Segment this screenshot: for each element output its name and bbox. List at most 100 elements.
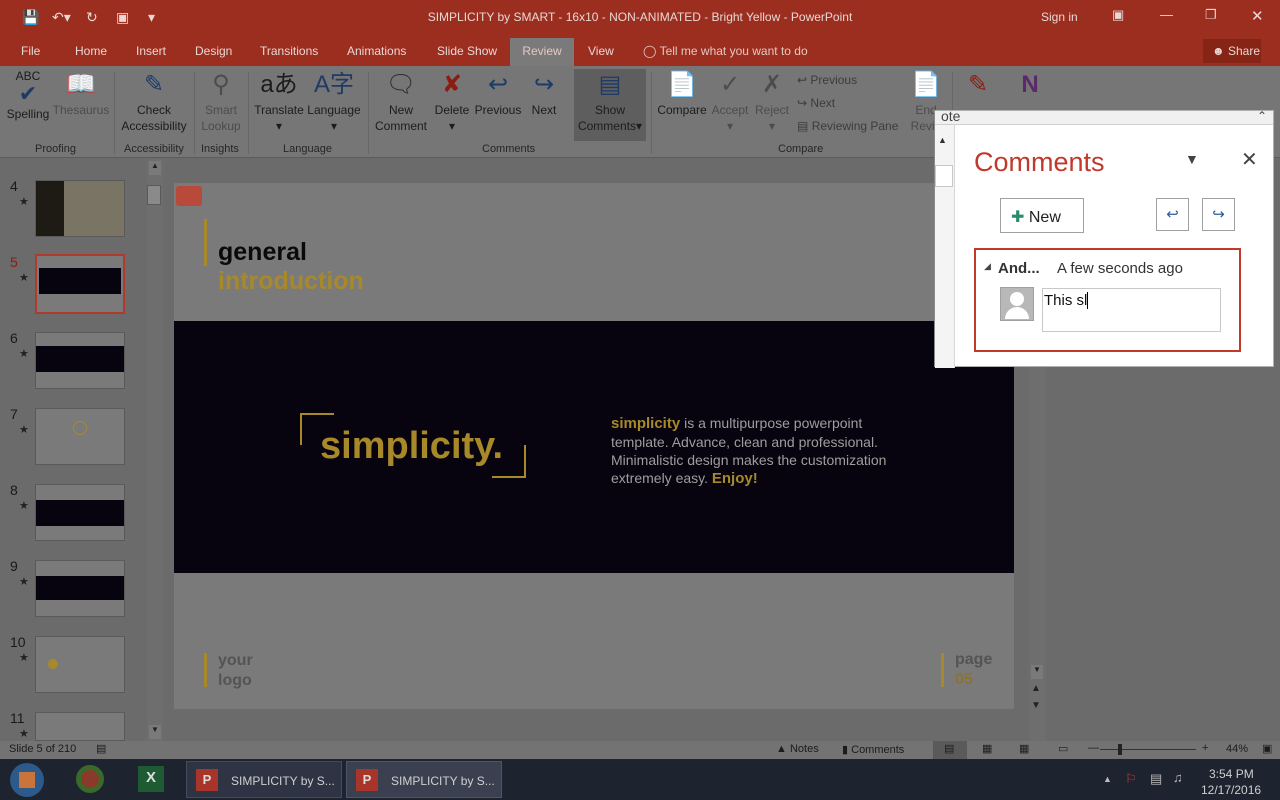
tab-view[interactable]: View (588, 44, 614, 58)
onenote-button[interactable]: N (1008, 70, 1052, 102)
scroll-down-icon[interactable]: ▼ (1031, 665, 1043, 679)
restore-button[interactable]: ❐ (1205, 7, 1217, 23)
clock-time[interactable]: 3:54 PM (1209, 767, 1254, 781)
slide-thumbnail-5[interactable] (35, 254, 125, 314)
text-cursor (1087, 292, 1089, 309)
slide-thumbnail-7[interactable] (35, 408, 125, 465)
lightbulb-icon: ◯ (643, 44, 657, 58)
tab-design[interactable]: Design (195, 44, 232, 58)
slide-canvas[interactable]: general introduction simplicity. simplic… (174, 183, 1014, 709)
comment-input[interactable]: This sl (1042, 288, 1221, 332)
pane-inner-scrollbar[interactable]: ▲ (935, 125, 955, 368)
reading-view-icon[interactable]: ▦ (1019, 742, 1029, 755)
sign-in-link[interactable]: Sign in (1041, 10, 1078, 24)
show-comments-button[interactable]: ▤ Show Comments▾ (574, 70, 646, 134)
pane-options-chevron-icon[interactable]: ▼ (1185, 151, 1199, 167)
spell-check-status-icon[interactable]: ▤ (96, 742, 106, 755)
previous-slide-icon[interactable]: ▲ (1031, 683, 1041, 694)
next-slide-icon[interactable]: ▼ (1031, 700, 1041, 711)
reject-button[interactable]: ✗ Reject ▾ (752, 70, 792, 134)
normal-view-icon[interactable]: ▤ (944, 742, 954, 755)
slide-sorter-icon[interactable]: ▦ (982, 742, 992, 755)
tab-slide-show[interactable]: Slide Show (437, 44, 497, 58)
close-window-button[interactable]: ✕ (1251, 7, 1264, 25)
spelling-button[interactable]: ABC ✔ Spelling (6, 70, 50, 122)
share-button[interactable]: ☻ Share (1203, 39, 1261, 63)
tab-review[interactable]: Review (510, 38, 574, 66)
previous-comment-pane-button[interactable]: ↩ (1156, 198, 1189, 231)
tab-home[interactable]: Home (75, 44, 107, 58)
previous-change-button[interactable]: ↩ Previous (797, 73, 857, 87)
translate-button[interactable]: aあ Translate ▾ (252, 70, 306, 134)
windows-taskbar: X P SIMPLICITY by S... P SIMPLICITY by S… (0, 759, 1280, 800)
action-center-icon[interactable]: ⚐ (1125, 771, 1137, 787)
thesaurus-button[interactable]: 📖 Thesaurus (52, 70, 110, 118)
title-accent-bar (204, 219, 207, 266)
comment-thread[interactable]: ◢ And... A few seconds ago This sl (974, 248, 1241, 352)
new-comment-button[interactable]: 🗨 New Comment (372, 70, 430, 134)
slide-thumbnail-10[interactable] (35, 636, 125, 693)
ribbon-display-options-icon[interactable]: ▣ (1112, 7, 1124, 23)
show-hidden-icons-icon[interactable]: ▲ (1103, 774, 1112, 784)
chrome-icon[interactable] (76, 765, 104, 793)
comments-pane-title: Comments (974, 147, 1105, 177)
delete-comment-button[interactable]: ✘ Delete ▾ (430, 70, 474, 134)
taskbar-powerpoint-window-1[interactable]: P SIMPLICITY by S... (186, 761, 342, 798)
accept-button[interactable]: ✓ Accept ▾ (708, 70, 752, 134)
fit-to-window-icon[interactable]: ▣ (1262, 742, 1272, 755)
thumbnail-scrollbar[interactable]: ▲ ▼ (147, 159, 163, 741)
slideshow-view-icon[interactable]: ▭ (1058, 742, 1068, 755)
zoom-in-icon[interactable]: + (1202, 742, 1208, 754)
next-change-button[interactable]: ↪ Next (797, 96, 835, 110)
slide-thumbnail-8[interactable] (35, 484, 125, 541)
reviewing-pane-button[interactable]: ▤ Reviewing Pane (797, 119, 898, 133)
start-button-icon[interactable] (10, 763, 44, 797)
animation-star-icon: ★ (19, 728, 29, 740)
slide-thumbnail-9[interactable] (35, 560, 125, 617)
scroll-up-icon[interactable]: ▲ (149, 161, 161, 175)
slide-thumbnail-6[interactable] (35, 332, 125, 389)
clock-date[interactable]: 12/17/2016 (1201, 783, 1261, 797)
slide-thumbnail-4[interactable] (35, 180, 125, 237)
thumbnail-dark-band (36, 346, 124, 372)
notes-toggle[interactable]: ▲ Notes (776, 743, 819, 755)
tab-file[interactable]: File (21, 44, 40, 58)
scroll-up-icon[interactable]: ▲ (938, 135, 947, 145)
zoom-out-icon[interactable]: — (1088, 742, 1099, 754)
volume-icon[interactable]: ♫ (1173, 770, 1183, 785)
taskbar-powerpoint-window-2[interactable]: P SIMPLICITY by S... (346, 761, 502, 798)
previous-comment-button[interactable]: ↩ Previous (474, 70, 522, 118)
tab-transitions[interactable]: Transitions (260, 44, 318, 58)
group-comments: Comments (482, 143, 536, 155)
tab-insert[interactable]: Insert (136, 44, 166, 58)
comments-toggle[interactable]: ▮ Comments (842, 743, 904, 756)
check-accessibility-button[interactable]: ✎ Check Accessibility (118, 70, 190, 134)
tell-me-box[interactable]: ◯ Tell me what you want to do (643, 44, 808, 58)
slide-thumbnail-11[interactable] (35, 712, 125, 741)
tab-animations[interactable]: Animations (347, 44, 406, 58)
excel-icon[interactable]: X (138, 766, 164, 792)
compare-button[interactable]: 📄 Compare (654, 70, 710, 118)
collapse-thread-icon[interactable]: ◢ (984, 261, 991, 272)
windows-logo (19, 772, 35, 788)
new-comment-pane-button[interactable]: ✚ New (1000, 198, 1084, 233)
zoom-level[interactable]: 44% (1226, 743, 1248, 755)
scroll-down-icon[interactable]: ▼ (149, 725, 161, 739)
next-comment-pane-button[interactable]: ↪ (1202, 198, 1235, 231)
pane-scroll-thumb[interactable] (935, 165, 953, 187)
thumbnail-scroll-thumb[interactable] (147, 185, 161, 205)
avatar-body (1005, 307, 1029, 319)
language-button[interactable]: A字 Language ▾ (306, 70, 362, 134)
network-icon[interactable]: ▤ (1150, 771, 1162, 787)
ink-button[interactable]: ✎ (956, 70, 1000, 102)
group-insights: Insights (201, 143, 239, 155)
collapse-pane-icon[interactable]: ⌃ (1257, 109, 1267, 123)
group-accessibility: Accessibility (124, 143, 184, 155)
smart-lookup-button[interactable]: ⚲ Smart Lookup (198, 70, 244, 134)
close-pane-icon[interactable]: ✕ (1241, 147, 1258, 172)
zoom-slider-thumb[interactable] (1118, 744, 1122, 755)
minimize-button[interactable]: — (1160, 7, 1173, 22)
zoom-slider-track[interactable] (1100, 749, 1196, 750)
comment-marker-icon[interactable] (176, 186, 202, 206)
next-comment-button[interactable]: ↪ Next (522, 70, 566, 118)
